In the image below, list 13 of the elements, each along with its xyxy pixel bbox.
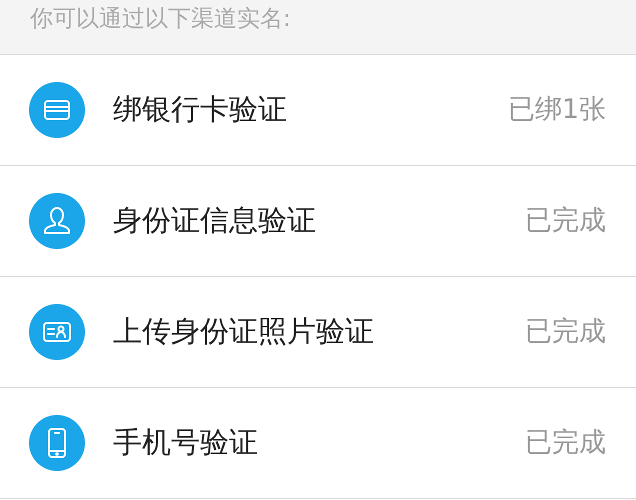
id-card-icon (29, 304, 85, 360)
header-text: 你可以通过以下渠道实名: (30, 8, 291, 31)
person-icon (29, 193, 85, 249)
row-status: 已绑1张 (508, 92, 606, 127)
row-status: 已完成 (525, 426, 606, 460)
row-status: 已完成 (525, 204, 606, 238)
row-label: 绑银行卡验证 (113, 91, 287, 128)
phone-icon (29, 415, 85, 471)
row-label: 上传身份证照片验证 (113, 313, 374, 350)
card-icon (29, 82, 85, 138)
row-status: 已完成 (525, 314, 606, 349)
row-label: 身份证信息验证 (113, 202, 316, 240)
row-label: 手机号验证 (113, 424, 258, 462)
